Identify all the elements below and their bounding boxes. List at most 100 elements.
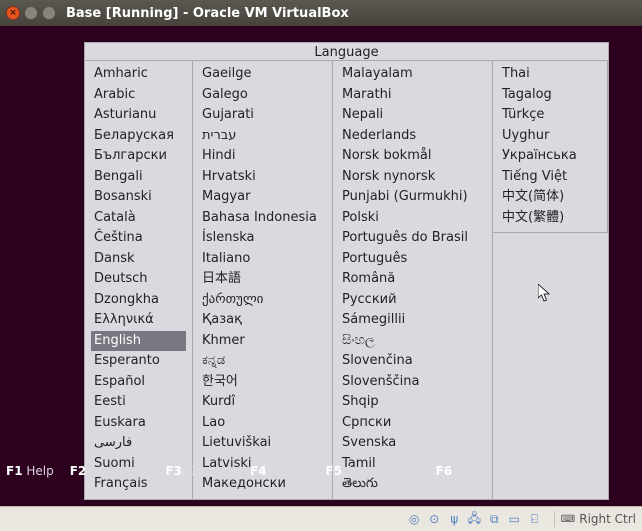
maximize-icon[interactable] xyxy=(42,6,56,20)
language-header: Language xyxy=(85,43,608,60)
language-option[interactable]: Norsk bokmål xyxy=(339,146,486,167)
language-option[interactable]: Italiano xyxy=(199,249,326,270)
fn-key: F3 xyxy=(165,464,182,478)
language-option[interactable]: Türkçe xyxy=(499,105,601,126)
language-option[interactable]: Marathi xyxy=(339,85,486,106)
language-option[interactable]: 中文(简体) xyxy=(499,187,601,208)
function-key-bar: F1 Help F2 Language F3 Keymap F4 Modes F5 Ac… xyxy=(0,462,642,480)
minimize-icon[interactable] xyxy=(24,6,38,20)
fn-item-other-options[interactable]: F6 Other Options xyxy=(436,464,541,478)
language-columns: AmharicArabicAsturianuБеларускаяБългарск… xyxy=(85,60,608,499)
display-icon[interactable]: ▭ xyxy=(507,512,522,527)
window-title: Base [Running] - Oracle VM VirtualBox xyxy=(66,6,349,21)
fn-key: F5 xyxy=(325,464,342,478)
language-option[interactable]: Gujarati xyxy=(199,105,326,126)
language-option[interactable]: Uyghur xyxy=(499,126,601,147)
language-option[interactable]: Tiếng Việt xyxy=(499,167,601,188)
language-option[interactable]: Magyar xyxy=(199,187,326,208)
disk-icon[interactable]: ⊙ xyxy=(427,512,442,527)
language-option[interactable]: 日本語 xyxy=(199,269,326,290)
net-icon[interactable]: 🖧 xyxy=(467,512,482,527)
language-option[interactable]: Čeština xyxy=(91,228,186,249)
language-column: AmharicArabicAsturianuБеларускаяБългарск… xyxy=(85,61,193,499)
language-option[interactable]: Eesti xyxy=(91,392,186,413)
share-icon[interactable]: ⧉ xyxy=(487,512,502,527)
fn-item-help[interactable]: F1 Help xyxy=(6,464,54,478)
language-option[interactable]: Euskara xyxy=(91,413,186,434)
language-option[interactable]: Português do Brasil xyxy=(339,228,486,249)
language-column: GaeilgeGalegoGujaratiעבריתHindiHrvatskiM… xyxy=(193,61,333,499)
language-option[interactable]: Українська xyxy=(499,146,601,167)
language-option[interactable]: Norsk nynorsk xyxy=(339,167,486,188)
language-option[interactable]: Deutsch xyxy=(91,269,186,290)
status-icons: ◎ ⊙ ψ 🖧 ⧉ ▭ ⍇ xyxy=(407,512,542,527)
language-option[interactable]: Català xyxy=(91,208,186,229)
separator xyxy=(554,511,555,527)
fn-key: F2 xyxy=(70,464,87,478)
language-option[interactable]: Қазақ xyxy=(199,310,326,331)
vm-display: Language AmharicArabicAsturianuБеларуска… xyxy=(0,26,642,506)
language-option[interactable]: Sámegillii xyxy=(339,310,486,331)
language-option[interactable]: Português xyxy=(339,249,486,270)
fn-key: F1 xyxy=(6,464,23,478)
language-option[interactable]: Arabic xyxy=(91,85,186,106)
keyboard-icon: ⌨ xyxy=(561,514,575,525)
language-option[interactable]: Lao xyxy=(199,413,326,434)
language-option[interactable]: Thai xyxy=(499,64,601,85)
language-option[interactable]: English xyxy=(91,331,186,352)
language-option[interactable]: Polski xyxy=(339,208,486,229)
language-option[interactable]: Nepali xyxy=(339,105,486,126)
language-option[interactable]: Esperanto xyxy=(91,351,186,372)
language-option[interactable]: Bahasa Indonesia xyxy=(199,208,326,229)
language-option[interactable]: Amharic xyxy=(91,64,186,85)
language-option[interactable]: Hindi xyxy=(199,146,326,167)
language-option[interactable]: Nederlands xyxy=(339,126,486,147)
language-option[interactable]: සිංහල xyxy=(339,331,486,352)
language-option[interactable]: Bosanski xyxy=(91,187,186,208)
disc-icon[interactable]: ◎ xyxy=(407,512,422,527)
language-option[interactable]: Malayalam xyxy=(339,64,486,85)
usb-icon[interactable]: ψ xyxy=(447,512,462,527)
language-option[interactable]: Română xyxy=(339,269,486,290)
language-option[interactable]: Khmer xyxy=(199,331,326,352)
fn-item-modes[interactable]: F4 Modes xyxy=(250,464,309,478)
language-option[interactable]: ಕನ್ನಡ xyxy=(199,351,326,372)
fn-item-language[interactable]: F2 Language xyxy=(70,464,150,478)
language-option[interactable]: Hrvatski xyxy=(199,167,326,188)
language-option[interactable]: Български xyxy=(91,146,186,167)
language-option[interactable]: Lietuviškai xyxy=(199,433,326,454)
language-option[interactable]: Galego xyxy=(199,85,326,106)
language-option[interactable]: ქართული xyxy=(199,290,326,311)
language-option[interactable]: Slovenčina xyxy=(339,351,486,372)
language-option[interactable]: Svenska xyxy=(339,433,486,454)
language-option[interactable]: Shqip xyxy=(339,392,486,413)
mouse-icon[interactable]: ⍇ xyxy=(527,512,542,527)
language-option[interactable]: Español xyxy=(91,372,186,393)
language-option[interactable]: Kurdî xyxy=(199,392,326,413)
language-option[interactable]: Gaeilge xyxy=(199,64,326,85)
language-option[interactable]: Slovenščina xyxy=(339,372,486,393)
language-option[interactable]: Tagalog xyxy=(499,85,601,106)
fn-key: F6 xyxy=(436,464,453,478)
language-option[interactable]: עברית xyxy=(199,126,326,147)
language-option[interactable]: Íslenska xyxy=(199,228,326,249)
language-option[interactable]: Dzongkha xyxy=(91,290,186,311)
language-option[interactable]: Bengali xyxy=(91,167,186,188)
fn-item-accessibility[interactable]: F5 Accessibility xyxy=(325,464,419,478)
language-option[interactable]: Српски xyxy=(339,413,486,434)
language-option[interactable]: Punjabi (Gurmukhi) xyxy=(339,187,486,208)
language-option[interactable]: Беларуская xyxy=(91,126,186,147)
host-key-label: Right Ctrl xyxy=(579,512,636,526)
language-column: MalayalamMarathiNepaliNederlandsNorsk bo… xyxy=(333,61,493,499)
language-option[interactable]: Asturianu xyxy=(91,105,186,126)
close-icon[interactable]: × xyxy=(6,6,20,20)
language-option[interactable]: Ελληνικά xyxy=(91,310,186,331)
fn-item-keymap[interactable]: F3 Keymap xyxy=(165,464,234,478)
statusbar: ◎ ⊙ ψ 🖧 ⧉ ▭ ⍇ ⌨ Right Ctrl xyxy=(0,506,642,531)
language-column: ThaiTagalogTürkçeUyghurУкраїнськаTiếng V… xyxy=(493,61,608,233)
language-option[interactable]: 한국어 xyxy=(199,372,326,393)
language-option[interactable]: Русский xyxy=(339,290,486,311)
language-option[interactable]: Dansk xyxy=(91,249,186,270)
language-option[interactable]: فارسی xyxy=(91,433,186,454)
language-option[interactable]: 中文(繁體) xyxy=(499,208,601,229)
